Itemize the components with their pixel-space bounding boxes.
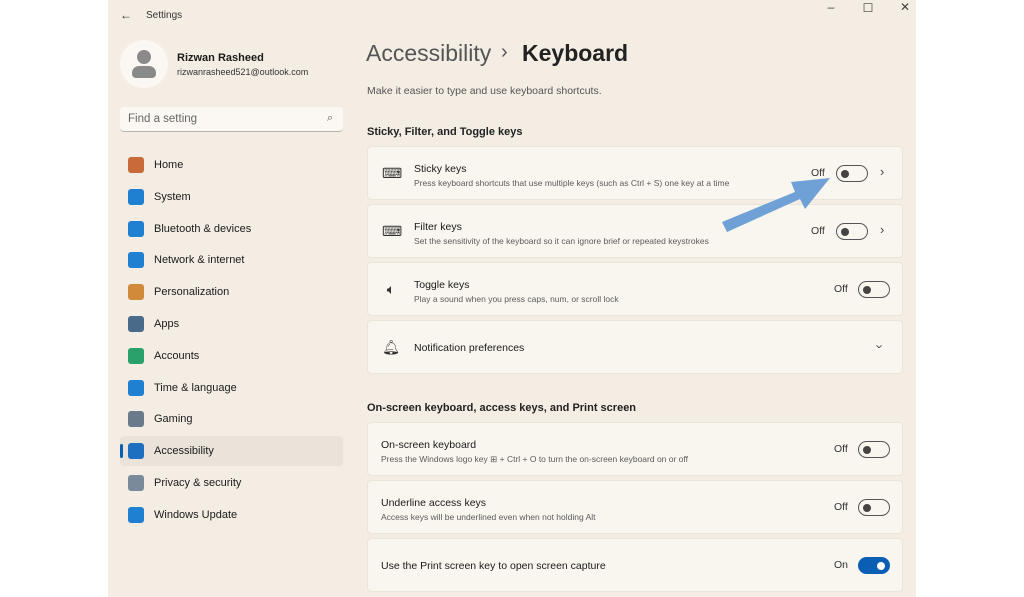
arrow-shape [722, 178, 830, 232]
annotation-arrow [722, 178, 830, 232]
